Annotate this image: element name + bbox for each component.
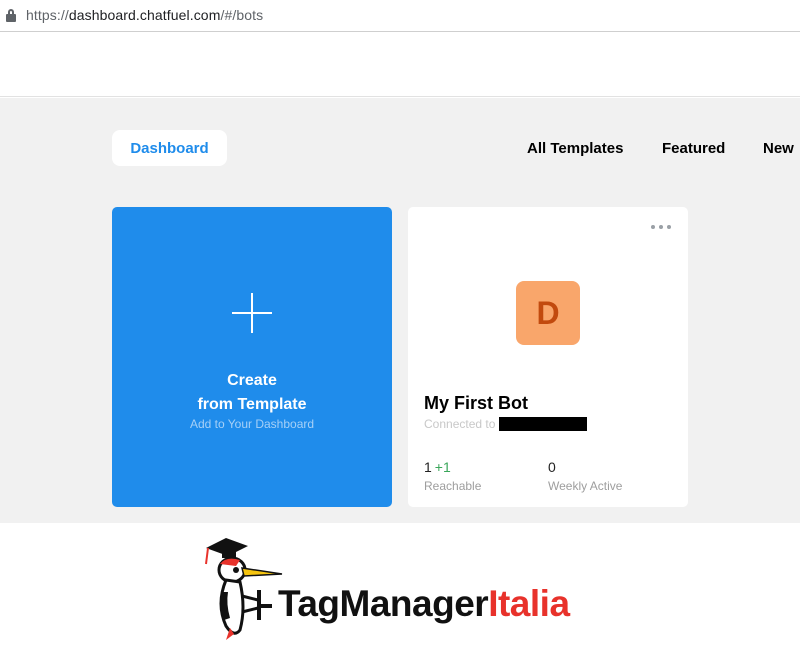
- reachable-delta: +1: [434, 459, 451, 475]
- tab-all-templates[interactable]: All Templates: [527, 140, 623, 157]
- create-title-line1: Create: [227, 372, 277, 389]
- dashboard-main: Dashboard All Templates Featured New Cre…: [0, 98, 800, 523]
- more-options-icon[interactable]: [651, 225, 671, 229]
- brand-red-text: Italia: [488, 583, 570, 624]
- create-card-subtitle: Add to Your Dashboard: [189, 417, 315, 431]
- plus-icon: [232, 293, 272, 333]
- app-header: [0, 33, 800, 97]
- lock-icon: [6, 9, 16, 22]
- url-text[interactable]: https://dashboard.chatfuel.com/#/bots: [26, 7, 263, 23]
- bot-card[interactable]: D My First Bot Connected to 1 +1 Reachabl…: [408, 207, 688, 507]
- reachable-value: 1 +1: [424, 459, 451, 475]
- create-from-template-card[interactable]: Create from Template Add to Your Dashboa…: [112, 207, 392, 507]
- create-title-line2: from Template: [197, 396, 307, 413]
- brand-dark-text: TagManager: [278, 583, 489, 624]
- url-host: dashboard.chatfuel.com: [68, 7, 221, 23]
- url-prefix: https://: [26, 7, 69, 23]
- bot-name: My First Bot: [424, 393, 529, 413]
- create-card-title: Create from Template: [112, 369, 392, 417]
- url-path: /#/bots: [220, 7, 264, 23]
- weekly-active-label: Weekly Active: [548, 479, 623, 493]
- tab-new[interactable]: New: [763, 140, 794, 157]
- tab-featured[interactable]: Featured: [662, 140, 725, 157]
- reachable-label: Reachable: [424, 479, 482, 493]
- brand-wordmark: TagManagerItalia: [278, 583, 570, 625]
- weekly-active-value: 0: [548, 459, 556, 475]
- connected-to-text: Connected to: [424, 417, 588, 431]
- address-bar[interactable]: https://dashboard.chatfuel.com/#/bots: [0, 0, 800, 32]
- redacted-page-name: [499, 417, 588, 431]
- bot-avatar: D: [516, 281, 580, 345]
- dashboard-tab-button[interactable]: Dashboard: [112, 130, 227, 166]
- connected-label: Connected to: [424, 417, 496, 431]
- reachable-count: 1: [424, 459, 432, 475]
